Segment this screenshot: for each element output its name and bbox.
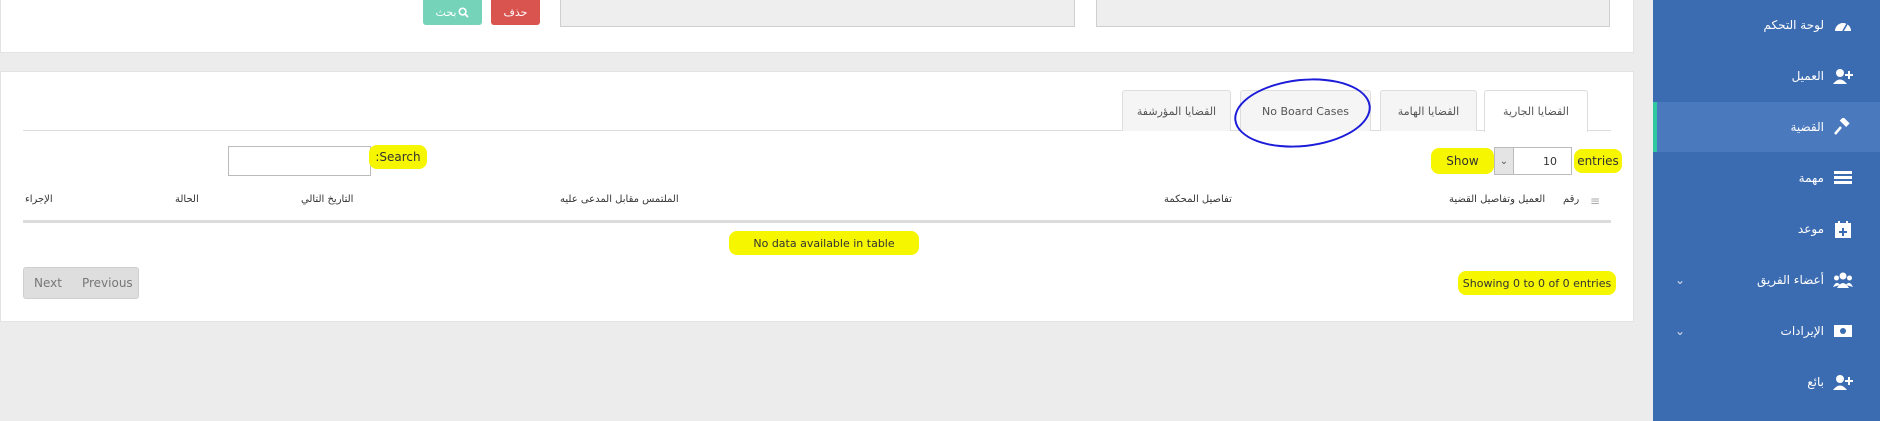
sort-icon[interactable]: ≡ — [1590, 194, 1600, 208]
tab-important-cases[interactable]: القضايا الهامة — [1380, 90, 1477, 131]
search-button[interactable]: بحث — [423, 0, 482, 25]
page-length-select[interactable]: ⌄ 10 — [1494, 147, 1572, 175]
sidebar-item-label: مهمة — [1798, 171, 1824, 185]
table-search-label: :Search — [369, 145, 427, 169]
calendar-plus-icon — [1832, 220, 1854, 238]
sidebar-item-dashboard[interactable]: لوحة التحكم — [1653, 0, 1880, 50]
sidebar-item-client[interactable]: العميل — [1653, 51, 1880, 101]
table-info: Showing 0 to 0 of 0 entries — [1458, 271, 1616, 295]
tabs-divider — [23, 130, 1611, 131]
chevron-down-icon: ⌄ — [1675, 273, 1686, 287]
filter-panel: حذف بحث — [0, 0, 1634, 53]
chevron-down-icon: ⌄ — [1675, 324, 1686, 338]
tab-current-cases[interactable]: القضايا الجارية — [1484, 90, 1588, 132]
next-button[interactable]: Next — [24, 276, 72, 290]
tab-archived-cases[interactable]: القضايا المؤرشفة — [1122, 90, 1231, 131]
sidebar-item-team[interactable]: ⌄ أعضاء الفريق — [1653, 255, 1880, 305]
sidebar-item-label: الإيرادات — [1780, 324, 1824, 338]
column-header-action[interactable]: الإجراء — [25, 194, 53, 205]
tab-no-board-cases[interactable]: No Board Cases — [1240, 90, 1371, 131]
filter-field-left[interactable] — [1096, 0, 1610, 27]
filter-field-right[interactable] — [560, 0, 1075, 27]
search-button-label: بحث — [435, 6, 457, 19]
column-header-court-details[interactable]: تفاصيل المحكمة — [1164, 194, 1232, 205]
column-header-number[interactable]: رقم — [1563, 194, 1579, 205]
dashboard-icon — [1832, 16, 1854, 34]
cases-card: القضايا الجارية القضايا الهامة No Board … — [0, 71, 1634, 322]
page-length-value: 10 — [1543, 154, 1557, 168]
gavel-icon — [1832, 118, 1854, 136]
delete-button[interactable]: حذف — [491, 0, 540, 25]
table-search-input[interactable] — [228, 146, 371, 176]
show-label: Show — [1431, 148, 1494, 174]
money-icon — [1832, 322, 1854, 340]
empty-table-message: No data available in table — [729, 231, 919, 255]
sidebar-item-revenue[interactable]: ⌄ الإيرادات — [1653, 306, 1880, 356]
table-header-divider — [23, 220, 1611, 223]
sidebar-item-label: أعضاء الفريق — [1756, 273, 1824, 287]
page-length-control: Show ⌄ 10 entries — [1431, 146, 1622, 176]
chevron-down-icon: ⌄ — [1495, 148, 1514, 174]
sidebar-item-appointment[interactable]: موعد — [1653, 204, 1880, 254]
sidebar-item-label: موعد — [1797, 222, 1824, 236]
sidebar-item-label: العميل — [1791, 69, 1824, 83]
sidebar-item-label: لوحة التحكم — [1763, 18, 1825, 32]
add-user-icon — [1832, 67, 1854, 85]
sidebar-item-label: القضية — [1790, 120, 1824, 134]
tasks-icon — [1832, 169, 1854, 187]
previous-button[interactable]: Previous — [72, 276, 143, 290]
column-header-petitioner-respondent[interactable]: الملتمس مقابل المدعى عليه — [560, 194, 679, 205]
column-header-status[interactable]: الحالة — [175, 194, 199, 205]
sidebar-item-vendor[interactable]: بائع — [1653, 357, 1880, 407]
pagination: Next Previous — [23, 267, 139, 299]
add-vendor-icon — [1832, 373, 1854, 391]
team-icon — [1832, 271, 1854, 289]
sidebar-item-case[interactable]: القضية — [1653, 102, 1880, 152]
column-header-client-case[interactable]: العميل وتفاصيل القضية — [1449, 194, 1545, 205]
sidebar: لوحة التحكم العميل القضية مهمة موعد ⌄ أع… — [1653, 0, 1880, 421]
entries-label: entries — [1574, 149, 1622, 173]
sidebar-item-label: بائع — [1807, 375, 1824, 389]
sidebar-item-task[interactable]: مهمة — [1653, 153, 1880, 203]
search-icon — [458, 7, 470, 18]
column-header-next-date[interactable]: التاريخ التالي — [301, 194, 353, 205]
